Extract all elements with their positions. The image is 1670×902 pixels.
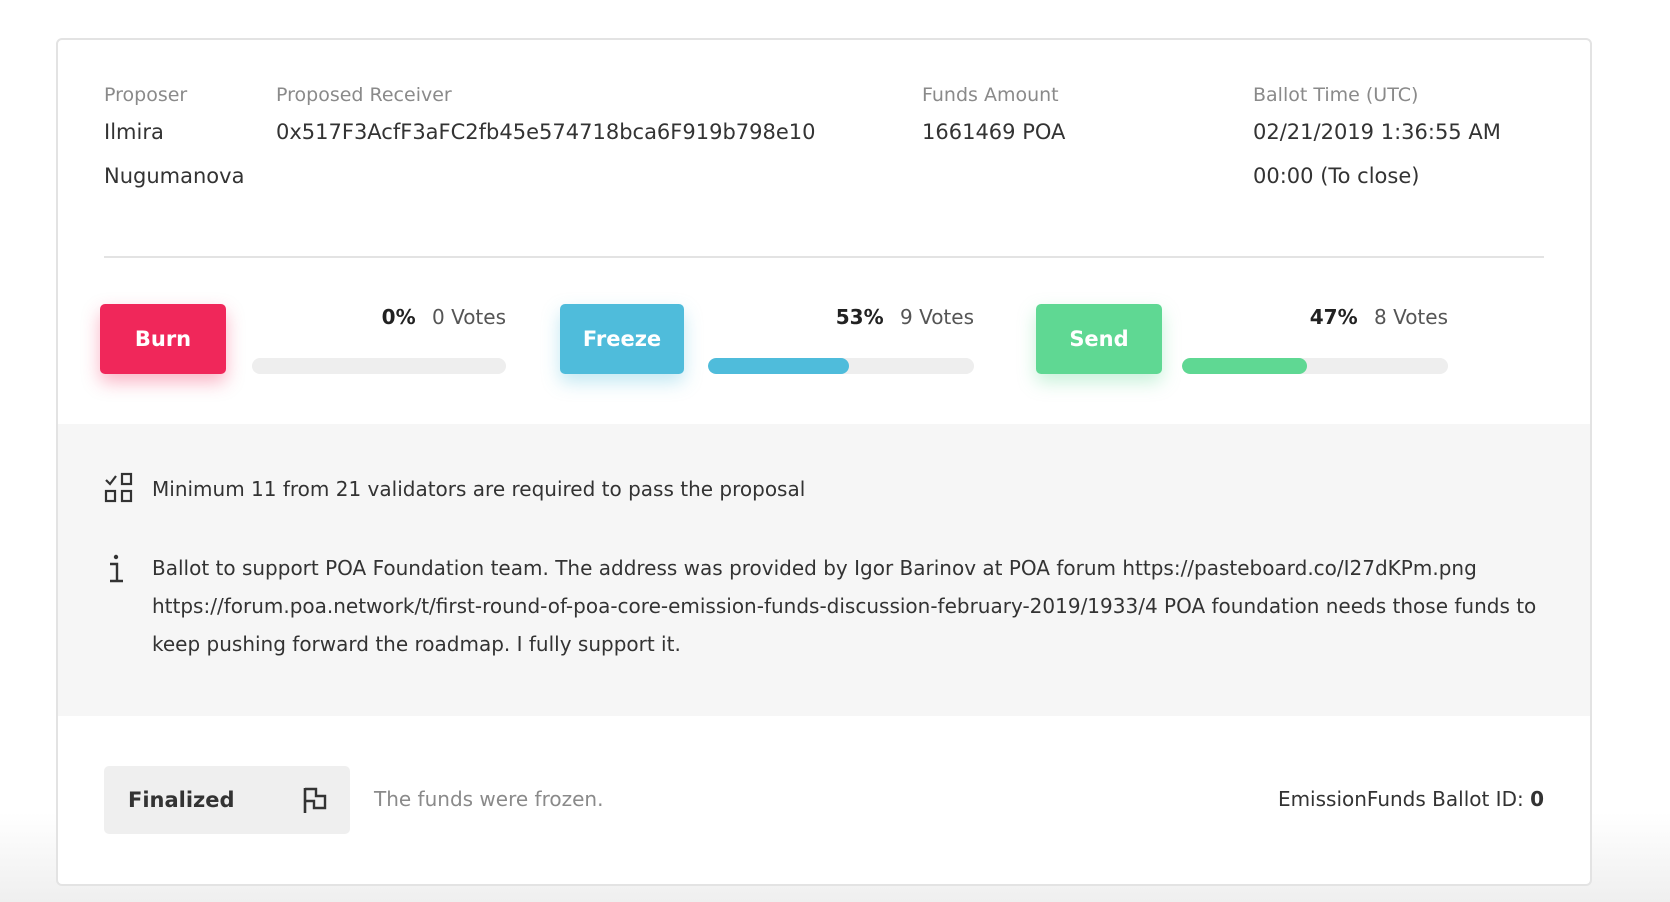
vote-group-send: Send 47% 8 Votes xyxy=(1036,304,1448,376)
ballot-time-value: 02/21/2019 1:36:55 AM xyxy=(1253,120,1501,144)
send-progress-fill xyxy=(1182,358,1308,374)
freeze-progress-bar xyxy=(708,358,974,374)
ballot-id-label: EmissionFunds Ballot ID: xyxy=(1277,787,1531,811)
freeze-vote-stats: 53% 9 Votes xyxy=(836,304,974,330)
send-vote-count: 8 Votes xyxy=(1373,305,1448,329)
info-icon xyxy=(110,554,123,583)
freeze-vote-count: 9 Votes xyxy=(899,305,974,329)
receiver-label: Proposed Receiver xyxy=(276,84,452,106)
ballot-description: Ballot to support POA Foundation team. T… xyxy=(104,549,1544,669)
ballot-time-label: Ballot Time (UTC) xyxy=(1253,84,1419,106)
send-button[interactable]: Send xyxy=(1036,304,1162,374)
section-divider xyxy=(104,256,1544,258)
burn-percent: 0% xyxy=(381,305,416,329)
description-text: Ballot to support POA Foundation team. T… xyxy=(152,556,1537,656)
burn-vote-stats: 0% 0 Votes xyxy=(382,304,506,330)
receiver-address: 0x517F3AcfF3aFC2fb45e574718bca6F919b798e… xyxy=(276,120,816,144)
checklist-grid-icon xyxy=(104,472,133,503)
ballot-id-value: 0 xyxy=(1530,787,1544,811)
burn-button[interactable]: Burn xyxy=(100,304,226,374)
burn-progress-bar xyxy=(252,358,506,374)
proposer-value: Ilmira Nugumanova xyxy=(104,120,245,188)
status-badge: Finalized xyxy=(104,766,350,834)
freeze-progress-fill xyxy=(708,358,849,374)
funds-label: Funds Amount xyxy=(922,84,1059,106)
proposer-label: Proposer xyxy=(104,84,188,106)
validators-text: Minimum 11 from 21 validators are requir… xyxy=(152,477,806,501)
burn-vote-count: 0 Votes xyxy=(431,305,506,329)
ballot-id: EmissionFunds Ballot ID: 0 xyxy=(1278,766,1544,832)
send-percent: 47% xyxy=(1309,305,1358,329)
flag-icon xyxy=(303,787,327,813)
ballot-card: Proposer Ilmira Nugumanova Proposed Rece… xyxy=(56,38,1592,886)
ballot-time-column: Ballot Time (UTC) 02/21/2019 1:36:55 AM … xyxy=(1253,80,1590,198)
funds-amount: 1661469 POA xyxy=(922,120,1066,144)
freeze-button[interactable]: Freeze xyxy=(560,304,684,374)
freeze-percent: 53% xyxy=(835,305,884,329)
validators-requirement: Minimum 11 from 21 validators are requir… xyxy=(104,470,1544,508)
send-vote-stats: 47% 8 Votes xyxy=(1310,304,1448,330)
ballot-time-remaining: 00:00 (To close) xyxy=(1253,164,1420,188)
proposer-column: Proposer Ilmira Nugumanova xyxy=(104,80,264,198)
status-label: Finalized xyxy=(128,788,235,812)
vote-group-burn: Burn 0% 0 Votes xyxy=(100,304,506,376)
ballot-notes: Minimum 11 from 21 validators are requir… xyxy=(58,424,1590,716)
status-description: The funds were frozen. xyxy=(374,787,604,811)
vote-group-freeze: Freeze 53% 9 Votes xyxy=(560,304,974,376)
funds-column: Funds Amount 1661469 POA xyxy=(922,80,1222,154)
receiver-column: Proposed Receiver 0x517F3AcfF3aFC2fb45e5… xyxy=(276,80,896,154)
send-progress-bar xyxy=(1182,358,1448,374)
ballot-footer: Finalized The funds were frozen. Emissio… xyxy=(104,766,1544,834)
